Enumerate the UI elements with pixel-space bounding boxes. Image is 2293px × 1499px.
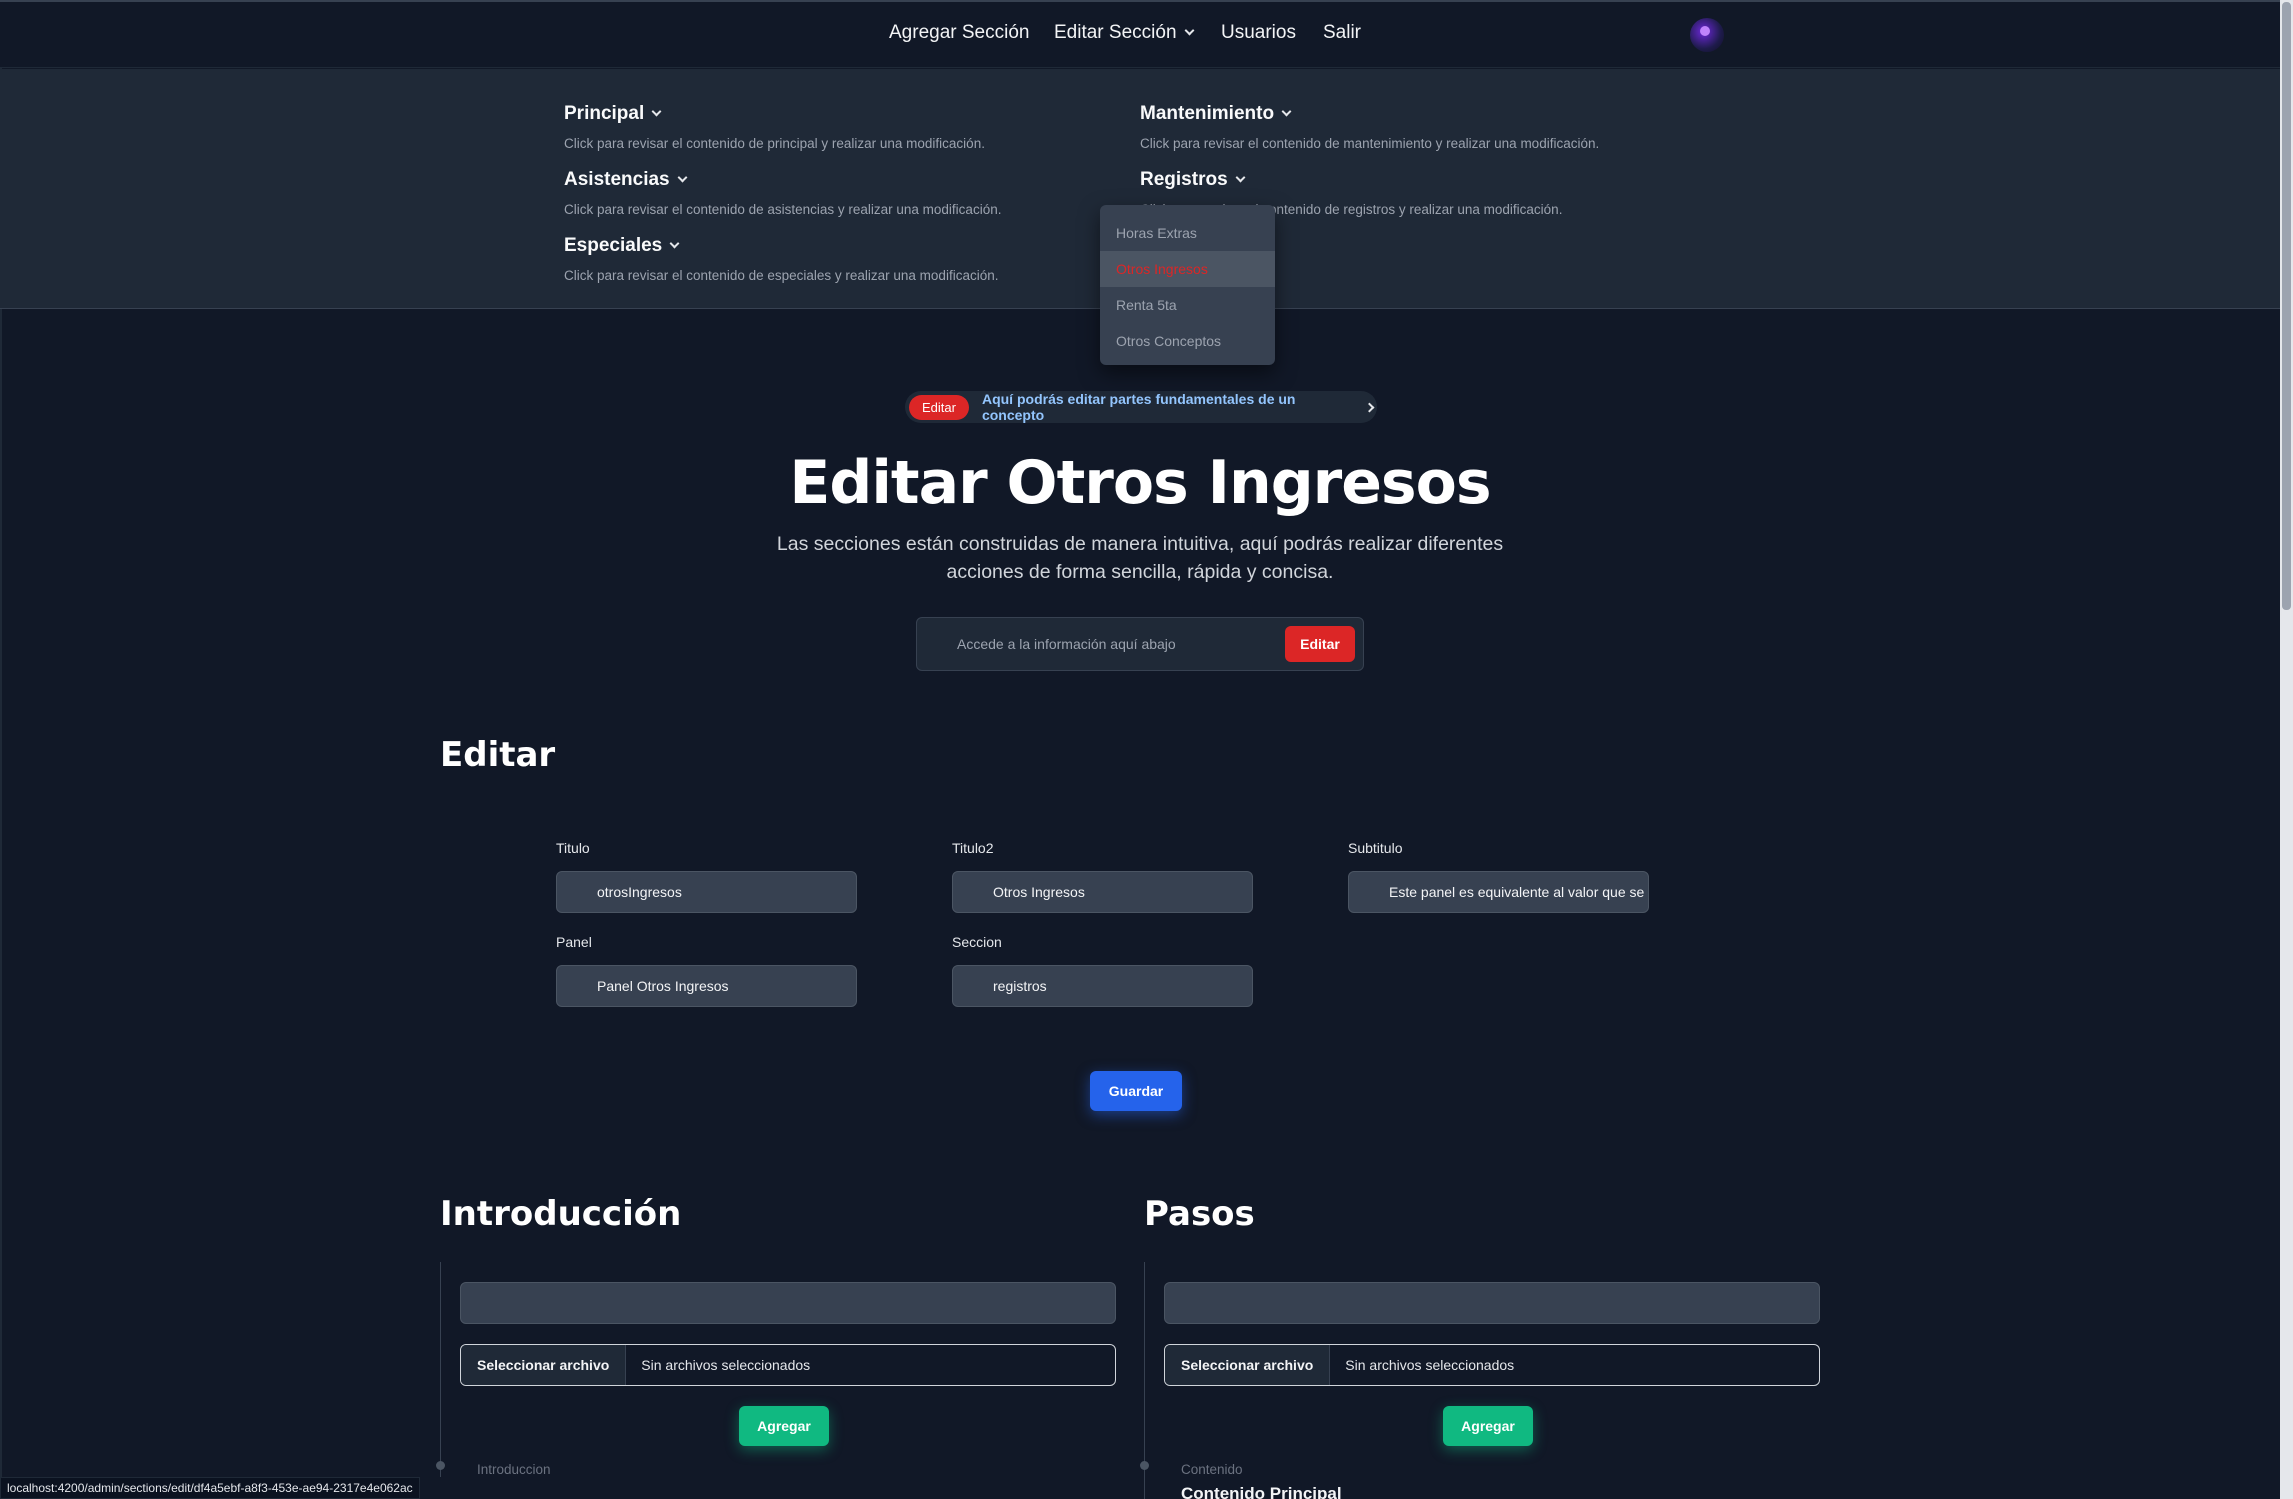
nav-agregar-seccion[interactable]: Agregar Sección <box>889 22 1029 44</box>
banner-text: Aquí podrás editar partes fundamentales … <box>981 391 1296 423</box>
top-navbar: Agregar Sección Editar Sección Usuarios … <box>0 0 2280 68</box>
nav-editar-seccion[interactable]: Editar Sección <box>1054 22 1194 44</box>
chevron-down-icon <box>651 106 662 117</box>
seccion-input[interactable]: registros <box>952 965 1253 1007</box>
chevron-down-icon <box>677 172 688 183</box>
nav-salir[interactable]: Salir <box>1323 22 1361 44</box>
access-edit-button[interactable]: Editar <box>1285 626 1355 662</box>
steps-add-button[interactable]: Agregar <box>1443 1406 1533 1446</box>
page-subtitle: Las secciones están construidas de maner… <box>776 533 1504 583</box>
menu-registros-label: Registros <box>1140 169 1228 190</box>
intro-timeline-dot <box>436 1461 445 1470</box>
intro-timeline-line <box>440 1262 441 1477</box>
page-scrollbar[interactable] <box>2280 0 2293 1499</box>
chevron-down-icon <box>669 238 680 249</box>
intro-add-button[interactable]: Agregar <box>739 1406 829 1446</box>
menu-especiales[interactable]: Especiales <box>564 235 680 257</box>
seccion-label: Seccion <box>952 934 1002 950</box>
save-button[interactable]: Guardar <box>1090 1071 1182 1111</box>
titulo2-label: Titulo2 <box>952 840 994 856</box>
intro-file-input[interactable]: Seleccionar archivo Sin archivos selecci… <box>460 1344 1116 1386</box>
nav-editar-seccion-label: Editar Sección <box>1054 22 1177 43</box>
browser-status-url: localhost:4200/admin/sections/edit/df4a5… <box>0 1477 420 1499</box>
menu-mantenimiento-label: Mantenimiento <box>1140 103 1275 124</box>
chevron-right-icon <box>1364 402 1375 412</box>
panel-label: Panel <box>556 934 592 950</box>
menu-especiales-desc: Click para revisar el contenido de espec… <box>564 268 999 283</box>
menu-principal-label: Principal <box>564 103 645 124</box>
menu-mantenimiento[interactable]: Mantenimiento <box>1140 103 1292 125</box>
chevron-down-icon <box>1184 25 1194 36</box>
scrollbar-thumb[interactable] <box>2282 2 2291 610</box>
steps-select-file-button[interactable]: Seleccionar archivo <box>1165 1345 1331 1385</box>
page-title: Editar Otros Ingresos <box>789 448 1491 518</box>
titulo2-input[interactable]: Otros Ingresos <box>952 871 1253 913</box>
steps-timeline-label: Contenido <box>1181 1462 1243 1477</box>
titulo-input[interactable]: otrosIngresos <box>556 871 857 913</box>
menu-mantenimiento-desc: Click para revisar el contenido de mante… <box>1140 136 1600 151</box>
intro-text-input[interactable] <box>460 1282 1116 1324</box>
intro-timeline-label: Introduccion <box>477 1462 551 1477</box>
menu-asistencias-desc: Click para revisar el contenido de asist… <box>564 202 1002 217</box>
intro-file-status: Sin archivos seleccionados <box>641 1357 811 1373</box>
steps-timeline-dot <box>1140 1461 1149 1470</box>
dropdown-item-horas-extras[interactable]: Horas Extras <box>1100 215 1275 251</box>
edit-heading: Editar <box>440 735 556 775</box>
steps-timeline-title: Contenido Principal <box>1181 1484 1342 1499</box>
subtitulo-label: Subtitulo <box>1348 840 1403 856</box>
menu-principal-desc: Click para revisar el contenido de princ… <box>564 136 985 151</box>
menu-asistencias[interactable]: Asistencias <box>564 169 688 191</box>
access-text: Accede a la información aquí abajo <box>957 636 1176 652</box>
dropdown-item-renta-5ta[interactable]: Renta 5ta <box>1100 287 1275 323</box>
chevron-down-icon <box>1235 172 1246 183</box>
intro-select-file-button[interactable]: Seleccionar archivo <box>461 1345 627 1385</box>
menu-asistencias-label: Asistencias <box>564 169 670 190</box>
nav-usuarios[interactable]: Usuarios <box>1221 22 1296 44</box>
panel-input[interactable]: Panel Otros Ingresos <box>556 965 857 1007</box>
edit-banner[interactable]: Editar Aquí podrás editar partes fundame… <box>905 391 1377 423</box>
dropdown-item-otros-conceptos[interactable]: Otros Conceptos <box>1100 323 1275 359</box>
titulo-label: Titulo <box>556 840 590 856</box>
subtitulo-input[interactable]: Este panel es equivalente al valor que s… <box>1348 871 1649 913</box>
dropdown-item-otros-ingresos[interactable]: Otros Ingresos <box>1100 251 1275 287</box>
edit-badge: Editar <box>909 394 969 420</box>
introduccion-heading: Introducción <box>440 1194 682 1234</box>
menu-especiales-label: Especiales <box>564 235 663 256</box>
chevron-down-icon <box>1281 106 1292 117</box>
menu-principal[interactable]: Principal <box>564 103 662 125</box>
steps-file-input[interactable]: Seleccionar archivo Sin archivos selecci… <box>1164 1344 1820 1386</box>
menu-registros[interactable]: Registros <box>1140 169 1246 191</box>
avatar[interactable] <box>1690 18 1724 52</box>
pasos-heading: Pasos <box>1144 1194 1255 1234</box>
steps-file-status: Sin archivos seleccionados <box>1345 1357 1515 1373</box>
steps-text-input[interactable] <box>1164 1282 1820 1324</box>
access-box: Accede a la información aquí abajo Edita… <box>916 617 1364 671</box>
registros-dropdown: Horas Extras Otros Ingresos Renta 5ta Ot… <box>1100 205 1275 365</box>
